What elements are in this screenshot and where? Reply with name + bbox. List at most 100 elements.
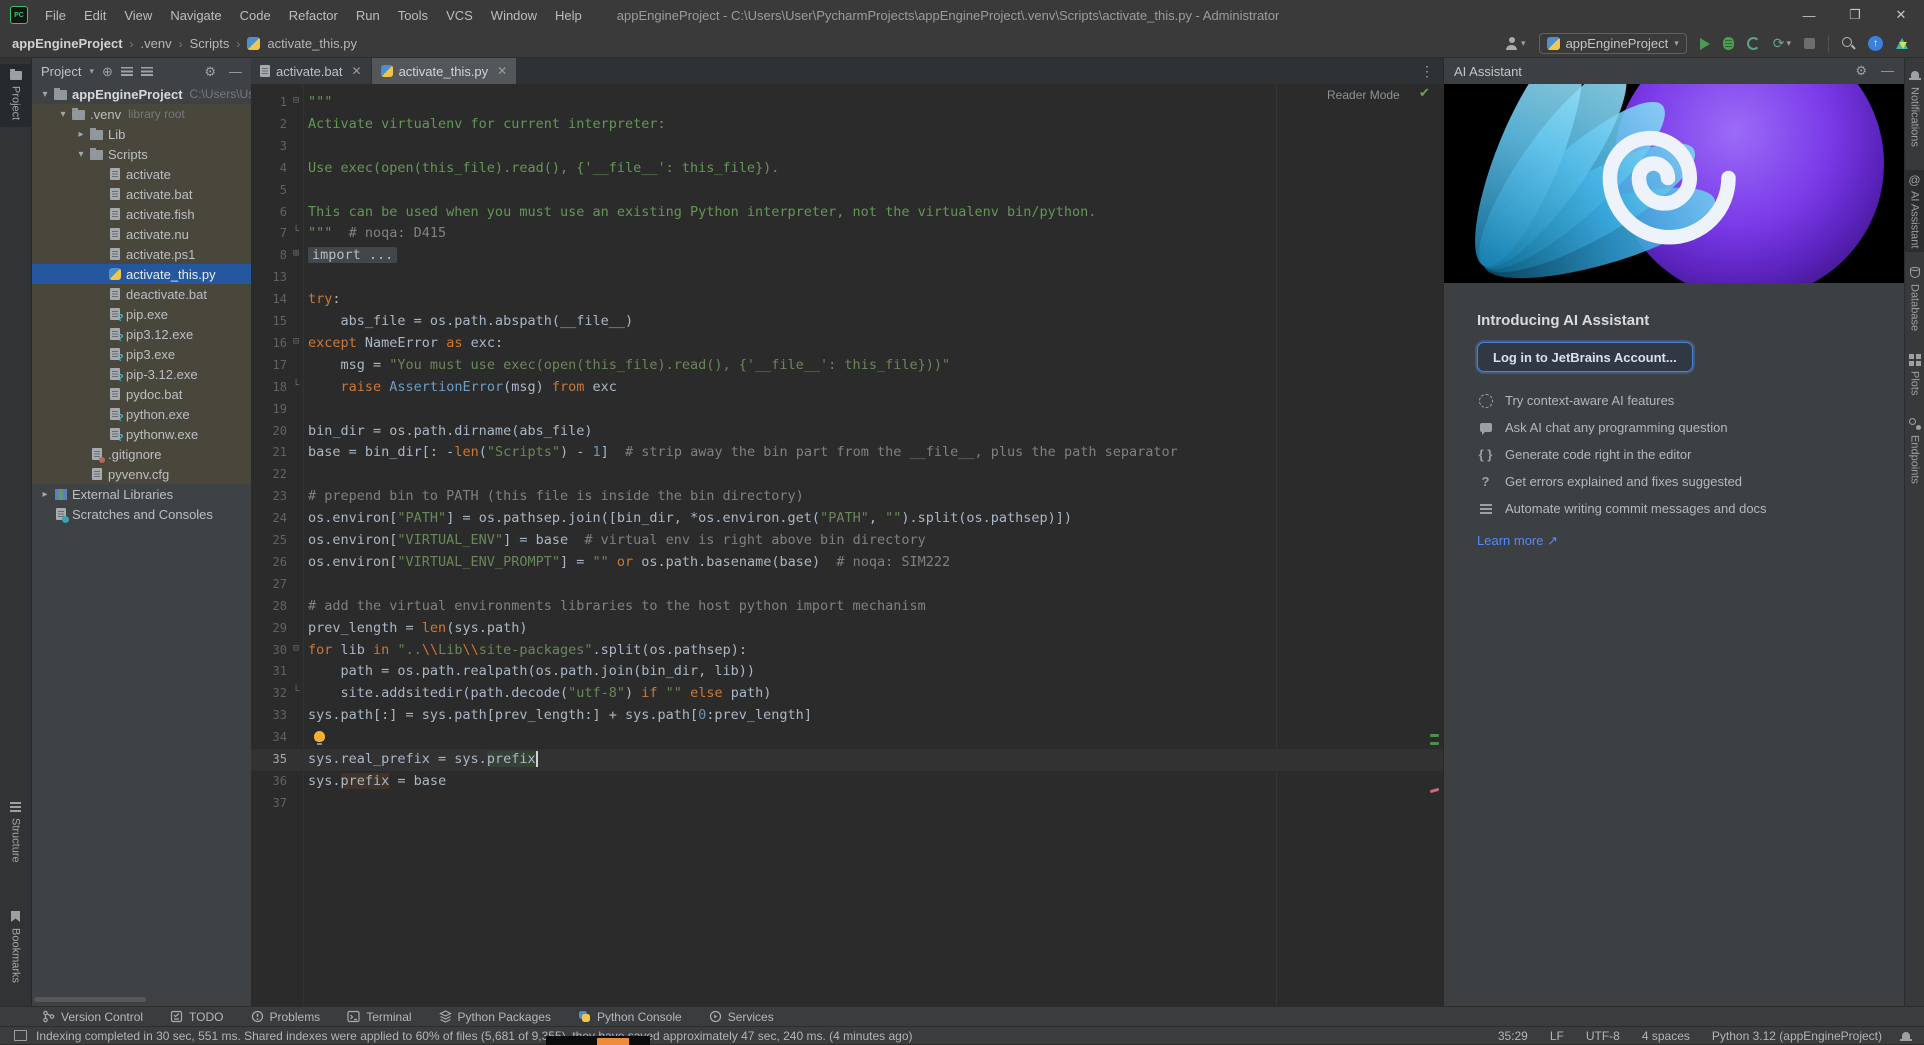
tree-item[interactable]: pip-3.12.exe [32,364,251,384]
close-icon[interactable]: ✕ [352,64,362,78]
line-number[interactable]: 34 [251,730,287,744]
code-line[interactable]: 6This can be used when you must use an e… [251,202,1443,224]
line-number[interactable]: 20 [251,424,287,438]
tree-item[interactable]: ▸Lib [32,124,251,144]
line-number[interactable]: 28 [251,599,287,613]
tool-tab-notifications[interactable]: Notifications [1905,66,1924,151]
line-number[interactable]: 2 [251,117,287,131]
tree-item[interactable]: pythonw.exe [32,424,251,444]
tool-window-button-todo[interactable]: TODO [170,1010,223,1024]
editor[interactable]: activate.bat✕activate_this.py✕ ⋮ 1⊟"""2A… [251,58,1443,1006]
tree-item[interactable]: activate.ps1 [32,244,251,264]
code-line[interactable]: 37 [251,793,1443,815]
line-number[interactable]: 3 [251,139,287,153]
status-line-separator[interactable]: LF [1550,1029,1564,1043]
chevron-down-icon[interactable]: ▾ [74,149,88,160]
tool-window-button-python-packages[interactable]: Python Packages [439,1010,551,1024]
tool-tab-structure[interactable]: Structure [0,795,31,870]
line-number[interactable]: 15 [251,314,287,328]
code-line[interactable]: 14try: [251,289,1443,311]
run-configuration-select[interactable]: appEngineProject ▾ [1539,33,1687,54]
code-line[interactable]: 8⊞import ... [251,245,1443,267]
tab-options-icon[interactable]: ⋮ [1420,63,1435,80]
line-number[interactable]: 23 [251,489,287,503]
tool-tab-project[interactable]: Project [0,64,31,127]
code-line[interactable]: 21base = bin_dir[: -len("Scripts") - 1] … [251,442,1443,464]
code-line[interactable]: 27 [251,574,1443,596]
line-number[interactable]: 26 [251,555,287,569]
code-line[interactable]: 13 [251,267,1443,289]
code-line[interactable]: 34 [251,727,1443,749]
tool-window-button-version-control[interactable]: Version Control [42,1010,143,1024]
code-line[interactable]: 23# prepend bin to PATH (this file is in… [251,486,1443,508]
line-number[interactable]: 16 [251,336,287,350]
code-line[interactable]: 20bin_dir = os.path.dirname(abs_file) [251,421,1443,443]
code-line[interactable]: 35sys.real_prefix = sys.prefix [251,749,1443,771]
breadcrumb-item[interactable]: Scripts [190,36,230,51]
code-line[interactable]: 24os.environ["PATH"] = os.pathsep.join([… [251,508,1443,530]
menu-tools[interactable]: Tools [389,8,437,23]
code-line[interactable]: 16⊟except NameError as exc: [251,333,1443,355]
fold-marker-icon[interactable]: ⊟ [289,95,303,106]
code-line[interactable]: 36sys.prefix = base [251,771,1443,793]
tree-item[interactable]: ▸External Libraries [32,484,251,504]
line-number[interactable]: 21 [251,445,287,459]
status-cursor-position[interactable]: 35:29 [1498,1029,1528,1043]
breadcrumb-item[interactable]: activate_this.py [267,36,357,51]
tree-item[interactable]: activate.bat [32,184,251,204]
menu-view[interactable]: View [115,8,161,23]
line-number[interactable]: 13 [251,270,287,284]
line-number[interactable]: 1 [251,95,287,109]
tree-item[interactable]: pip3.exe [32,344,251,364]
hide-panel-icon[interactable]: — [229,65,242,78]
line-number[interactable]: 33 [251,708,287,722]
fold-marker-icon[interactable]: ⊞ [289,248,303,259]
tool-tab-bookmarks[interactable]: Bookmarks [0,904,31,990]
code-area[interactable]: 1⊟"""2Activate virtualenv for current in… [251,84,1443,1006]
tree-item[interactable]: deactivate.bat [32,284,251,304]
code-line[interactable]: 32└ site.addsitedir(path.decode("utf-8")… [251,683,1443,705]
tree-item[interactable]: activate.fish [32,204,251,224]
tree-item[interactable]: pip3.12.exe [32,324,251,344]
code-line[interactable]: 3 [251,136,1443,158]
intention-bulb-icon[interactable] [314,731,325,742]
tool-window-button-services[interactable]: Services [709,1010,774,1024]
tree-item[interactable]: ▾appEngineProjectC:\Users\User\PycharmPr… [32,84,251,104]
debug-button[interactable] [1723,37,1734,50]
close-button[interactable]: ✕ [1878,0,1924,30]
line-number[interactable]: 37 [251,796,287,810]
chevron-right-icon[interactable]: ▸ [74,129,88,140]
user-menu[interactable]: ▾ [1505,37,1526,50]
reader-mode-label[interactable]: Reader Mode [1327,88,1400,102]
code-line[interactable]: 1⊟""" [251,92,1443,114]
status-python-interpreter[interactable]: Python 3.12 (appEngineProject) [1712,1029,1882,1043]
line-number[interactable]: 8 [251,248,287,262]
code-line[interactable]: 15 abs_file = os.path.abspath(__file__) [251,311,1443,333]
code-line[interactable]: 29prev_length = len(sys.path) [251,618,1443,640]
bell-icon[interactable] [1900,1031,1912,1043]
tool-tab-database[interactable]: Database [1905,263,1924,335]
fold-marker-icon[interactable]: ⊟ [289,643,303,654]
breadcrumb-item[interactable]: appEngineProject [12,36,123,51]
tree-item[interactable]: pip.exe [32,304,251,324]
code-line[interactable]: 17 msg = "You must use exec(open(this_fi… [251,355,1443,377]
chevron-right-icon[interactable]: ▸ [38,489,52,500]
fold-marker-icon[interactable]: ⊟ [289,336,303,347]
line-number[interactable]: 18 [251,380,287,394]
tool-window-button-python-console[interactable]: Python Console [578,1010,682,1024]
menu-run[interactable]: Run [347,8,389,23]
breadcrumb-item[interactable]: .venv [141,36,172,51]
line-number[interactable]: 5 [251,183,287,197]
chevron-down-icon[interactable]: ▾ [89,66,94,77]
code-line[interactable]: 5 [251,180,1443,202]
collapse-all-icon[interactable] [141,67,153,76]
gear-icon[interactable]: ⚙ [204,65,216,78]
gem-icon[interactable] [1896,38,1908,49]
menu-vcs[interactable]: VCS [437,8,482,23]
code-line[interactable]: 4Use exec(open(this_file).read(), {'__fi… [251,158,1443,180]
line-number[interactable]: 35 [251,752,287,766]
line-number[interactable]: 7 [251,226,287,240]
line-number[interactable]: 32 [251,686,287,700]
learn-more-link[interactable]: Learn more ↗ [1477,533,1886,549]
code-line[interactable]: 30⊟for lib in "..\\Lib\\site-packages".s… [251,640,1443,662]
